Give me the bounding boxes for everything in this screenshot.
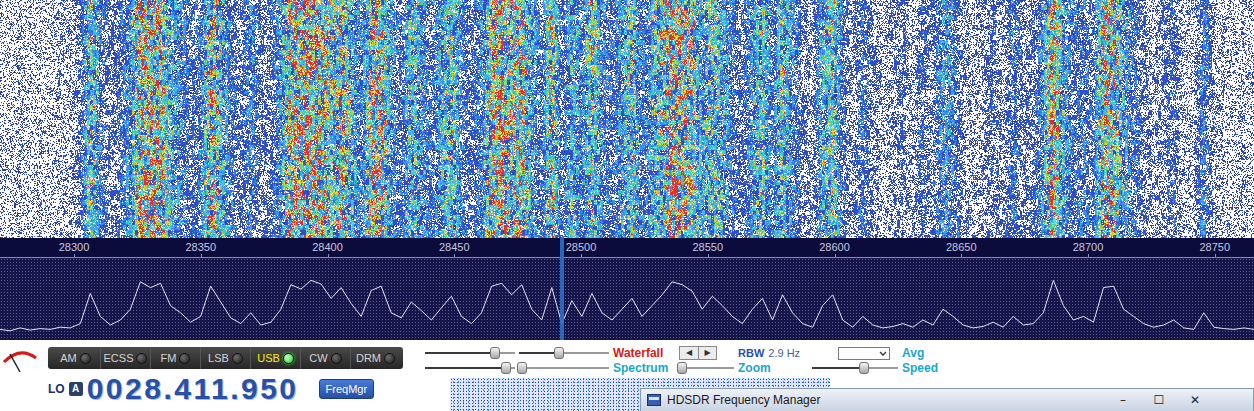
- spectrum-slider[interactable]: [519, 361, 609, 375]
- axis-label: 28600: [819, 241, 850, 253]
- slider-thumb[interactable]: [859, 362, 869, 374]
- axis-label: 28400: [312, 241, 343, 253]
- slider-thumb[interactable]: [554, 347, 564, 359]
- s-meter-icon: [0, 342, 40, 376]
- mode-button[interactable]: AM: [51, 347, 101, 369]
- axis-label: 28550: [692, 241, 723, 253]
- mode-led-icon: [232, 353, 243, 364]
- mode-led-icon: [80, 353, 91, 364]
- slider-thumb[interactable]: [501, 362, 511, 374]
- waterfall-slider[interactable]: [519, 346, 609, 360]
- frequency-manager-window[interactable]: HDSDR Frequency Manager –☐✕: [640, 388, 1254, 411]
- avg-label: Avg: [902, 346, 938, 360]
- zoom-slider[interactable]: [679, 361, 734, 375]
- waterfall-arrows: ◀▶: [679, 346, 717, 360]
- chevron-icon: [879, 350, 887, 357]
- freqmgr-button[interactable]: FreqMgr: [319, 379, 375, 399]
- tuning-marker[interactable]: [560, 238, 564, 340]
- slider-fill: [519, 352, 559, 354]
- rbw-label: RBW: [738, 346, 764, 360]
- close-button[interactable]: ✕: [1177, 392, 1213, 408]
- mode-bar: AM ECSS FM LSB USB CW DRM: [48, 347, 403, 369]
- mode-button[interactable]: DRM: [351, 347, 400, 369]
- app-icon: [647, 394, 661, 406]
- waterfall-slider[interactable]: [425, 346, 515, 360]
- lo-row: LO A 0028.411.950 FreqMgr: [48, 374, 412, 404]
- maximize-button[interactable]: ☐: [1141, 392, 1177, 408]
- axis-tick: [708, 254, 709, 257]
- spectrum-plot: [0, 258, 1254, 340]
- axis-tick: [961, 254, 962, 257]
- window-title: HDSDR Frequency Manager: [667, 392, 820, 408]
- frequency-axis: 28300 28350 28400 28450 28500 28550 28600 28650…: [0, 238, 1254, 258]
- mode-label: USB: [257, 350, 280, 367]
- rbw-value: 2.9 Hz: [768, 346, 800, 360]
- mode-led-icon: [384, 353, 395, 364]
- speed-slider[interactable]: [812, 361, 898, 375]
- mode-button[interactable]: CW: [301, 347, 351, 369]
- axis-tick: [201, 254, 202, 257]
- spectrum-trace: [0, 280, 1254, 330]
- axis-label: 28650: [946, 241, 977, 253]
- axis-label: 28750: [1199, 241, 1230, 253]
- spectrum[interactable]: [0, 258, 1254, 340]
- mode-led-icon: [283, 353, 294, 364]
- slider-thumb[interactable]: [517, 362, 527, 374]
- mode-label: DRM: [356, 350, 381, 367]
- mode-button[interactable]: ECSS: [101, 347, 151, 369]
- control-cell: ◀▶: [679, 346, 734, 360]
- mode-led-icon: [136, 353, 147, 364]
- window-buttons: –☐✕: [1105, 392, 1213, 408]
- minimize-button[interactable]: –: [1105, 392, 1141, 408]
- control-cell: [812, 347, 898, 360]
- arrow-button[interactable]: ◀: [680, 347, 698, 359]
- mode-label: AM: [60, 350, 77, 367]
- axis-label: 28450: [439, 241, 470, 253]
- spectrum-label: Spectrum: [613, 361, 675, 375]
- slider-fill: [425, 367, 506, 369]
- lo-bank-badge[interactable]: A: [69, 382, 83, 396]
- speed-label: Speed: [902, 361, 938, 375]
- zoom-label: Zoom: [738, 361, 808, 375]
- axis-tick: [835, 254, 836, 257]
- axis-tick: [581, 254, 582, 257]
- slider-track: [679, 367, 734, 369]
- slider-thumb[interactable]: [677, 362, 687, 374]
- mode-led-icon: [331, 353, 342, 364]
- axis-tick: [1088, 254, 1089, 257]
- mode-label: LSB: [208, 350, 229, 367]
- control-panel: AM ECSS FM LSB USB CW DRM LO A 0028.411.950 FreqMg…: [0, 340, 1254, 411]
- mode-button[interactable]: USB: [251, 347, 301, 369]
- axis-tick: [454, 254, 455, 257]
- slider-track: [519, 367, 609, 369]
- axis-label: 28300: [59, 241, 90, 253]
- mode-label: ECSS: [104, 350, 134, 367]
- spectrum-slider[interactable]: [425, 361, 515, 375]
- waterfall-label: Waterfall: [613, 346, 675, 360]
- mode-label: FM: [161, 350, 177, 367]
- mode-label: CW: [309, 350, 327, 367]
- avg-dropdown[interactable]: [838, 347, 890, 360]
- lo-frequency[interactable]: 0028.411.950: [87, 374, 299, 404]
- axis-label: 28700: [1073, 241, 1104, 253]
- control-cell: RBW 2.9 Hz: [738, 346, 808, 360]
- slider-thumb[interactable]: [490, 347, 500, 359]
- slider-fill: [425, 352, 495, 354]
- mode-led-icon: [179, 353, 190, 364]
- lo-label: LO: [48, 380, 65, 398]
- axis-label: 28350: [185, 241, 216, 253]
- axis-tick: [1215, 254, 1216, 257]
- axis-tick: [328, 254, 329, 257]
- waterfall[interactable]: [0, 0, 1254, 238]
- mode-button[interactable]: FM: [151, 347, 201, 369]
- slider-fill: [812, 367, 864, 369]
- mode-button[interactable]: LSB: [201, 347, 251, 369]
- axis-tick: [74, 254, 75, 257]
- axis-label: 28500: [566, 241, 597, 253]
- arrow-button[interactable]: ▶: [698, 347, 716, 359]
